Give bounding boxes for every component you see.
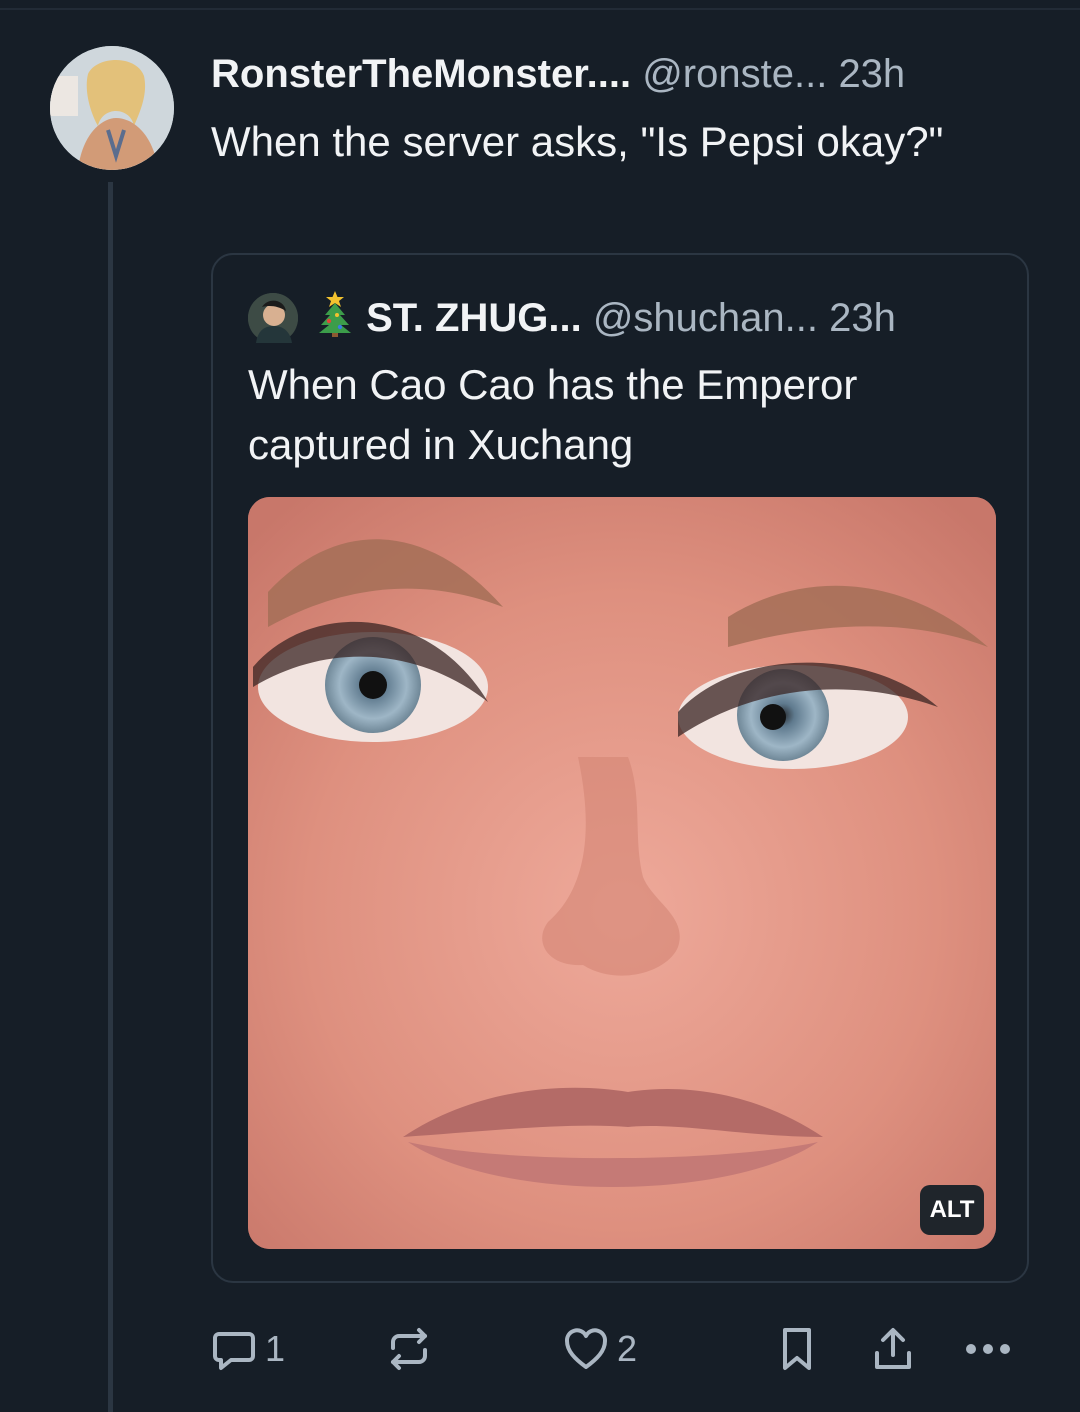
repost-button[interactable] [385,1320,433,1378]
thread-line [108,182,113,1412]
author-handle[interactable]: @ronste... [642,52,827,96]
bookmark-icon [777,1326,817,1372]
quoted-author-handle[interactable]: @shuchan... [593,296,818,340]
reply-button[interactable]: 1 [211,1320,285,1378]
quoted-author-avatar[interactable] [248,293,298,343]
author-display-name[interactable]: RonsterTheMonster.... [211,52,631,96]
comment-icon [211,1326,257,1372]
alt-text-badge[interactable]: ALT [920,1185,984,1235]
post-text: When the server asks, "Is Pepsi okay?" [211,118,944,165]
like-count: 2 [617,1328,638,1369]
quoted-post-time[interactable]: 23h [829,296,896,340]
more-options-button[interactable] [963,1320,1013,1378]
share-button[interactable] [871,1320,915,1378]
quoted-post-text: When Cao Cao has the Emperor captured in… [248,361,858,468]
post-header: RonsterTheMonster.... @ronste... 23h [211,50,1040,98]
repost-icon [385,1326,433,1372]
more-icon [963,1339,1013,1359]
quoted-post-image[interactable]: ALT [248,497,996,1249]
quoted-post[interactable]: ST. ZHUG... @shuchan... 23h When Cao Cao… [211,253,1029,1283]
post-card: RonsterTheMonster.... @ronste... 23h Whe… [0,0,1080,1412]
quoted-author-display-name[interactable]: ST. ZHUG... [366,296,582,340]
reply-count: 1 [265,1328,286,1369]
post-time[interactable]: 23h [838,52,905,96]
quoted-post-header: ST. ZHUG... @shuchan... 23h [315,291,896,345]
christmas-tree-icon [315,291,355,345]
heart-icon [563,1327,609,1371]
top-divider [0,8,1080,10]
share-icon [871,1325,915,1373]
bookmark-button[interactable] [777,1320,817,1378]
author-avatar[interactable] [50,46,174,170]
post-actions: 1 2 [211,1320,1029,1378]
like-button[interactable]: 2 [563,1320,637,1378]
